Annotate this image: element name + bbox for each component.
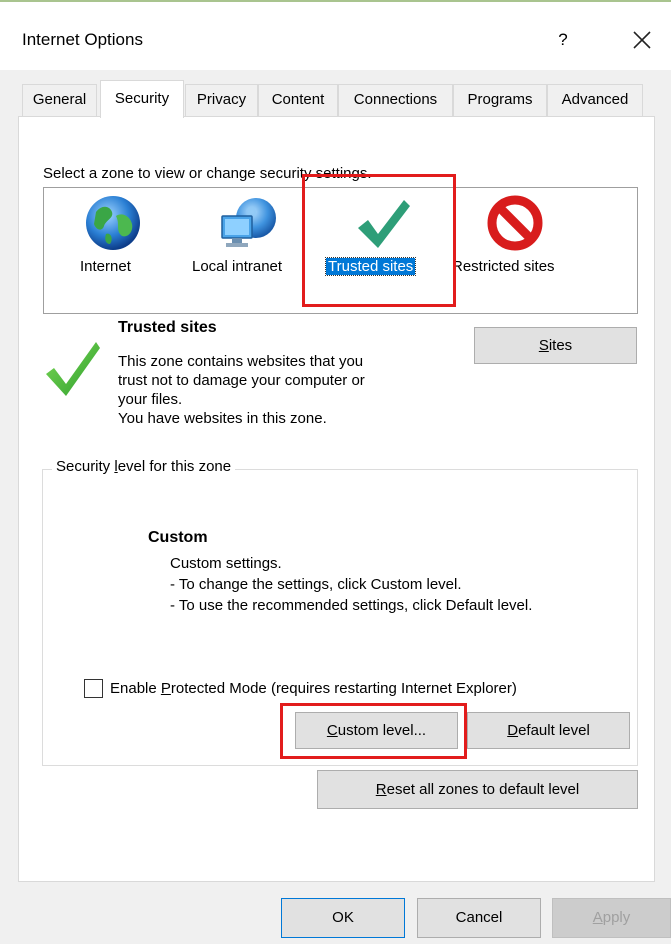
custom-level-button[interactable]: Custom level...	[295, 712, 458, 749]
close-icon	[633, 31, 651, 49]
default-level-button[interactable]: Default level	[467, 712, 630, 749]
zone-info-line: trust not to damage your computer or	[118, 372, 365, 389]
zone-trusted-sites-label: Trusted sites	[324, 257, 417, 276]
help-button[interactable]: ?	[553, 26, 573, 54]
zone-restricted-sites[interactable]: Restricted sites	[448, 188, 586, 313]
tab-security[interactable]: Security	[100, 80, 184, 118]
tab-connections[interactable]: Connections	[338, 84, 453, 116]
protected-mode-checkbox[interactable]	[84, 679, 103, 698]
globe-icon	[86, 196, 140, 250]
tab-content[interactable]: Content	[258, 84, 338, 116]
zone-instruction: Select a zone to view or change security…	[43, 165, 372, 182]
window-top-border	[0, 0, 671, 14]
checkmark-icon	[358, 200, 410, 248]
zone-info-description: This zone contains websites that you tru…	[118, 352, 365, 428]
zone-internet[interactable]: Internet	[66, 188, 162, 313]
zone-info-title: Trusted sites	[118, 319, 217, 336]
tab-advanced[interactable]: Advanced	[547, 84, 643, 116]
prohibited-icon	[487, 195, 543, 251]
zone-restricted-sites-label: Restricted sites	[452, 258, 555, 275]
apply-button[interactable]: Apply	[552, 898, 671, 938]
reset-all-zones-button[interactable]: Reset all zones to default level	[317, 770, 638, 809]
tab-general[interactable]: General	[22, 84, 97, 116]
security-level-line: - To use the recommended settings, click…	[170, 597, 533, 614]
zone-info-line: your files.	[118, 391, 183, 408]
zone-local-intranet-label: Local intranet	[192, 258, 283, 275]
protected-mode-label[interactable]: Enable Protected Mode (requires restarti…	[110, 680, 517, 697]
network-globe-icon	[221, 198, 276, 247]
security-level-name: Custom	[148, 529, 208, 546]
zone-internet-label: Internet	[80, 258, 131, 275]
ok-button[interactable]: OK	[281, 898, 405, 938]
close-button[interactable]	[628, 26, 656, 54]
zone-trusted-sites[interactable]: Trusted sites	[324, 188, 440, 313]
zone-list[interactable]: Internet Local intranet Trusted sites Re…	[43, 187, 638, 314]
security-level-line: - To change the settings, click Custom l…	[170, 576, 462, 593]
window-title: Internet Options	[22, 30, 143, 49]
sites-button[interactable]: Sites	[474, 327, 637, 364]
tab-programs[interactable]: Programs	[453, 84, 547, 116]
zone-info-line: You have websites in this zone.	[118, 410, 327, 427]
zone-local-intranet[interactable]: Local intranet	[184, 188, 302, 313]
cancel-button[interactable]: Cancel	[417, 898, 541, 938]
zone-info-line: This zone contains websites that you	[118, 353, 364, 370]
tab-privacy[interactable]: Privacy	[185, 84, 258, 116]
security-level-description: Custom settings. - To change the setting…	[170, 553, 532, 616]
checkmark-icon	[46, 342, 100, 396]
security-level-group-label: Security level for this zone	[52, 458, 236, 475]
security-level-line: Custom settings.	[170, 555, 282, 572]
